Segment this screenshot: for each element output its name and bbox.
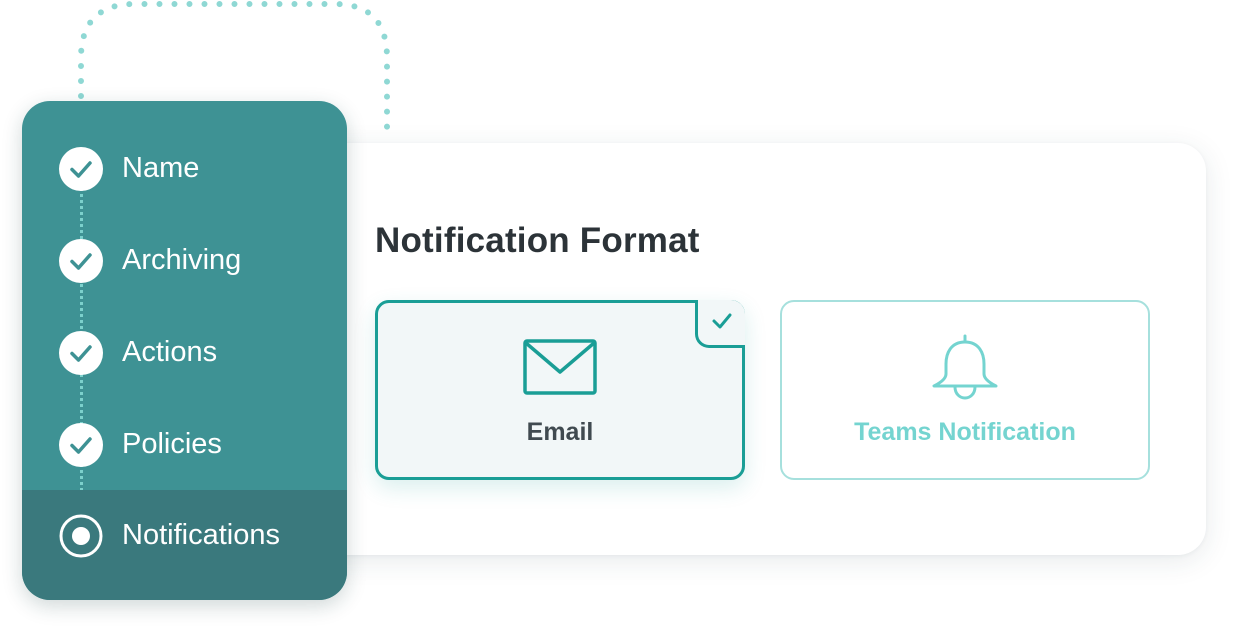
step-name[interactable]: Name — [22, 123, 347, 215]
selected-badge — [695, 300, 745, 348]
step-label-notifications: Notifications — [122, 519, 280, 551]
check-icon — [712, 313, 732, 329]
teams-option-label: Teams Notification — [854, 418, 1076, 446]
step-archiving[interactable]: Archiving — [22, 215, 347, 307]
card-title: Notification Format — [375, 221, 700, 260]
teams-notification-option[interactable]: Teams Notification — [780, 300, 1150, 480]
notification-format-card: Notification Format Email Teams Notifica… — [300, 143, 1206, 555]
step-label-actions: Actions — [122, 336, 218, 368]
bell-icon — [932, 334, 998, 400]
email-option-label: Email — [526, 418, 594, 446]
wizard-steps-panel: Name Archiving Actions Policies Notifica… — [22, 101, 347, 600]
email-option[interactable]: Email — [375, 300, 745, 480]
step-completed-check-icon — [59, 423, 103, 467]
step-label-archiving: Archiving — [122, 244, 242, 276]
step-notifications[interactable]: Notifications — [22, 490, 347, 600]
step-completed-check-icon — [59, 147, 103, 191]
step-completed-check-icon — [59, 331, 103, 375]
step-current-radio-icon — [59, 514, 103, 558]
step-completed-check-icon — [59, 239, 103, 283]
step-label-policies: Policies — [122, 428, 222, 460]
step-actions[interactable]: Actions — [22, 307, 347, 399]
envelope-icon — [523, 339, 597, 395]
step-policies[interactable]: Policies — [22, 399, 347, 491]
step-label-name: Name — [122, 152, 200, 184]
